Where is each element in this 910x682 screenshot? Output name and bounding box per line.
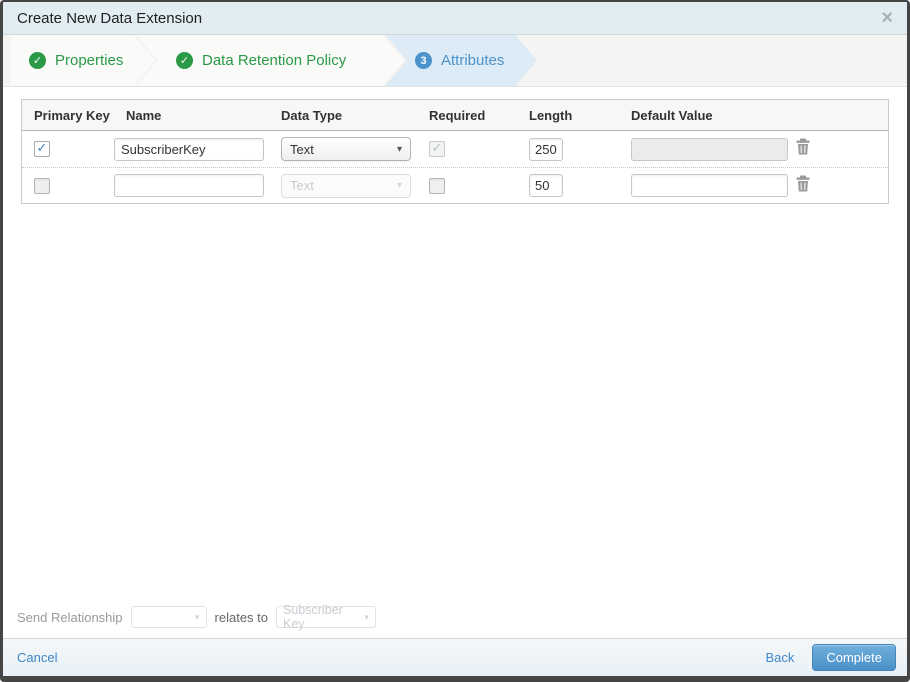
wizard-step-attributes[interactable]: 3 Attributes xyxy=(385,35,537,86)
table-row: Text ▾ xyxy=(22,168,888,203)
relates-to-value: Subscriber Key xyxy=(283,603,343,631)
table-row: Text ▾ xyxy=(22,131,888,168)
column-header-required: Required xyxy=(429,107,486,123)
required-checkbox xyxy=(429,141,445,157)
table-header-row: Primary Key Name Data Type Required Leng… xyxy=(22,100,888,131)
back-link[interactable]: Back xyxy=(765,650,794,665)
chevron-down-icon: ▾ xyxy=(396,180,402,191)
close-icon[interactable]: × xyxy=(879,8,895,28)
trash-icon xyxy=(796,175,810,191)
delete-row-button[interactable] xyxy=(795,174,812,192)
complete-button[interactable]: Complete xyxy=(812,644,896,671)
wizard-step-properties[interactable]: ✓ Properties xyxy=(11,35,155,86)
column-header-primary-key: Primary Key xyxy=(34,107,110,123)
column-header-data-type: Data Type xyxy=(281,107,343,123)
attributes-table: Primary Key Name Data Type Required Leng… xyxy=(21,99,889,204)
chevron-down-icon: ▾ xyxy=(396,143,402,155)
create-data-extension-dialog: Create New Data Extension × ✓ Properties… xyxy=(0,0,910,682)
data-type-select[interactable]: Text ▾ xyxy=(281,137,411,161)
dialog-footer: Cancel Back Complete xyxy=(3,638,907,676)
name-field[interactable] xyxy=(114,174,264,197)
column-header-name: Name xyxy=(126,107,162,123)
chevron-down-icon: ▾ xyxy=(195,611,200,622)
wizard-step-label: Data Retention Policy xyxy=(202,52,347,69)
data-type-select: Text ▾ xyxy=(281,173,411,198)
dialog-content: Primary Key Name Data Type Required Leng… xyxy=(3,87,907,638)
wizard-step-label: Attributes xyxy=(441,52,505,69)
primary-key-checkbox[interactable] xyxy=(34,177,50,194)
chevron-down-icon: ▾ xyxy=(364,611,370,622)
name-field[interactable] xyxy=(114,137,264,161)
send-relationship-field-select: ▾ xyxy=(130,606,207,628)
relates-to-select: Subscriber Key ▾ xyxy=(276,603,377,631)
wizard-steps-bar: ✓ Properties ✓ Data Retention Policy 3 A… xyxy=(3,35,907,87)
dialog-title: Create New Data Extension xyxy=(17,9,203,27)
data-type-value: Text xyxy=(290,178,314,193)
column-header-default-value: Default Value xyxy=(631,107,713,123)
default-value-field[interactable] xyxy=(631,174,788,197)
check-circle-icon: ✓ xyxy=(29,52,46,69)
required-checkbox[interactable] xyxy=(429,177,445,194)
trash-icon xyxy=(796,138,810,155)
check-circle-icon: ✓ xyxy=(176,52,193,69)
length-field[interactable] xyxy=(529,174,563,197)
dialog-titlebar: Create New Data Extension × xyxy=(3,2,907,35)
step-number-icon: 3 xyxy=(415,52,432,69)
default-value-field xyxy=(631,137,788,161)
length-field[interactable] xyxy=(529,137,563,161)
send-relationship-row: Send Relationship ▾ relates to Subscribe… xyxy=(3,603,907,631)
column-header-length: Length xyxy=(529,107,573,123)
data-type-value: Text xyxy=(290,141,314,157)
cancel-link[interactable]: Cancel xyxy=(17,650,57,665)
send-relationship-label: Send Relationship xyxy=(17,609,123,625)
primary-key-checkbox[interactable] xyxy=(34,141,50,157)
wizard-step-data-retention-policy[interactable]: ✓ Data Retention Policy xyxy=(136,35,404,86)
wizard-step-label: Properties xyxy=(55,52,124,69)
relates-to-label: relates to xyxy=(214,609,269,625)
delete-row-button[interactable] xyxy=(795,138,812,156)
